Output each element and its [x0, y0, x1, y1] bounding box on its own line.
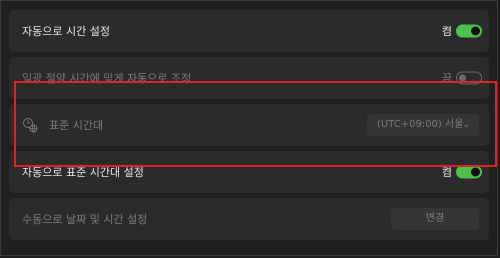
auto-timezone-toggle[interactable] [456, 165, 482, 179]
auto-time-label: 자동으로 시간 설정 [22, 25, 110, 38]
toggle-knob [471, 167, 480, 177]
auto-time-state: 켬 [441, 25, 452, 38]
toggle-knob [471, 26, 480, 36]
manual-time-label: 수동으로 날짜 및 시간 설정 [22, 213, 148, 226]
setting-manual-time: 수동으로 날짜 및 시간 설정 변경 [9, 198, 489, 240]
auto-time-toggle[interactable] [456, 24, 482, 38]
setting-auto-time: 자동으로 시간 설정 켬 [9, 10, 489, 52]
highlight-box [14, 81, 497, 167]
change-button[interactable]: 변경 [391, 208, 479, 230]
